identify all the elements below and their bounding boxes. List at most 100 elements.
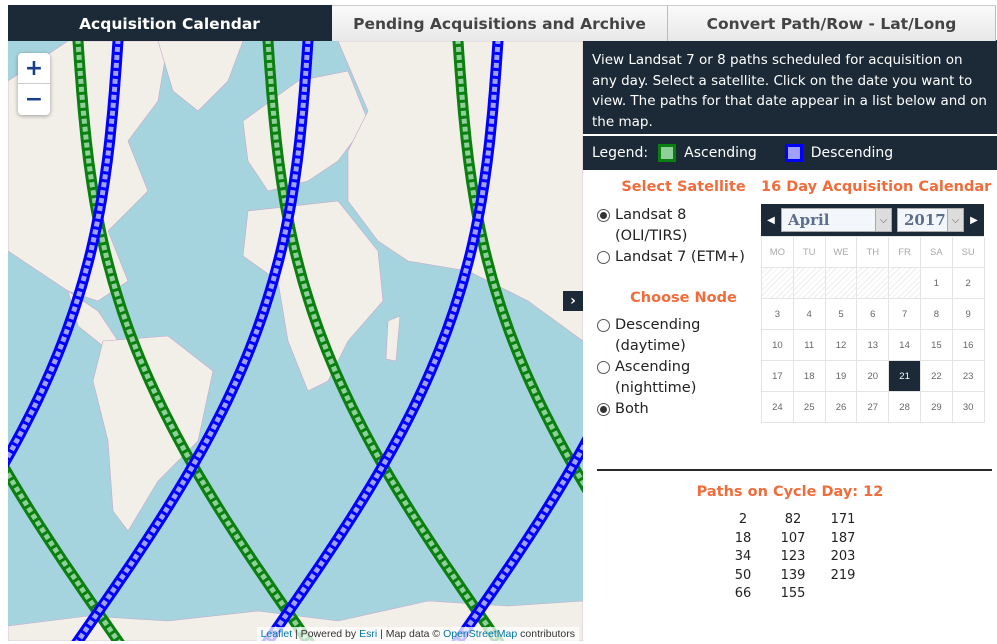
calendar-day[interactable]: 7 [889, 299, 921, 330]
attribution-text: | Powered by [292, 628, 360, 640]
path-number [818, 585, 868, 604]
weekday-header: TU [793, 237, 826, 268]
empty-day-cell [762, 268, 794, 299]
radio-icon[interactable] [597, 209, 610, 222]
legend-descending-label: Descending [810, 145, 894, 161]
path-number: 123 [780, 549, 806, 564]
calendar-day[interactable]: 1 [920, 268, 953, 299]
calendar-nav: ◀ April ⌵ 2017 ⌵ ▶ [761, 204, 984, 236]
radio-landsat-7[interactable]: Landsat 7 (ETM+) [597, 247, 762, 268]
esri-link[interactable]: Esri [359, 628, 377, 640]
calendar-day[interactable]: 12 [825, 330, 858, 361]
calendar-day[interactable]: 8 [920, 299, 953, 330]
path-number: 2 [738, 512, 748, 527]
month-select[interactable]: April ⌵ [781, 208, 892, 232]
radio-descending[interactable]: Descending (daytime) [597, 315, 762, 357]
chevron-down-icon[interactable]: ⌵ [875, 209, 891, 231]
calendar-day[interactable]: 5 [825, 299, 858, 330]
calendar-day[interactable]: 16 [952, 330, 985, 361]
calendar-day[interactable]: 27 [857, 392, 890, 423]
calendar-day[interactable]: 29 [920, 392, 953, 423]
path-number: 203 [830, 549, 856, 564]
path-number: 107 [780, 530, 806, 546]
calendar-day[interactable]: 24 [762, 392, 794, 423]
paths-list: 2 82 171 18 107 187 34 123 203 50 139 219 66 155 [718, 511, 868, 604]
path-number: 139 [780, 567, 806, 583]
tab-bar: Acquisition Calendar Pending Acquisition… [8, 5, 997, 41]
radio-icon[interactable] [597, 361, 610, 374]
calendar-day[interactable]: 14 [889, 330, 921, 361]
radio-both[interactable]: Both [597, 399, 762, 420]
chevron-right-icon[interactable]: › [563, 291, 583, 311]
side-panel: View Landsat 7 or 8 paths scheduled for … [583, 41, 997, 644]
empty-day-cell [825, 268, 858, 299]
radio-ascending[interactable]: Ascending (nighttime) [597, 357, 762, 399]
radio-icon[interactable] [597, 403, 610, 416]
path-number: 187 [830, 530, 856, 546]
leaflet-link[interactable]: Leaflet [261, 628, 293, 640]
weekday-header: FR [889, 237, 921, 268]
zoom-in-button[interactable]: + [18, 53, 50, 84]
calendar-day[interactable]: 13 [857, 330, 890, 361]
calendar-day[interactable]: 25 [793, 392, 826, 423]
chevron-down-icon[interactable]: ⌵ [947, 209, 963, 231]
calendar-day[interactable]: 26 [825, 392, 858, 423]
calendar-day[interactable]: 9 [952, 299, 985, 330]
intro-text: View Landsat 7 or 8 paths scheduled for … [583, 41, 997, 134]
radio-landsat-8[interactable]: Landsat 8 (OLI/TIRS) [597, 205, 762, 247]
calendar-day[interactable]: 10 [762, 330, 794, 361]
calendar-day[interactable]: 20 [857, 361, 890, 392]
empty-day-cell [793, 268, 826, 299]
ascending-swatch-icon [658, 144, 677, 162]
calendar-day[interactable]: 30 [952, 392, 985, 423]
option-label: Landsat 8 (OLI/TIRS) [615, 207, 688, 244]
osm-link[interactable]: OpenStreetMap [443, 628, 517, 640]
calendar-day[interactable]: 19 [825, 361, 858, 392]
year-select[interactable]: 2017 ⌵ [897, 208, 964, 232]
calendar-day[interactable]: 17 [762, 361, 794, 392]
path-number: 219 [830, 567, 856, 583]
calendar-day[interactable]: 18 [793, 361, 826, 392]
option-label: Descending (daytime) [615, 317, 701, 354]
app-frame: Acquisition Calendar Pending Acquisition… [0, 0, 997, 644]
map-view[interactable]: + − › Leaflet | Powered by Esri | Map da… [8, 41, 583, 641]
tab-pending-acquisitions[interactable]: Pending Acquisitions and Archive [332, 5, 668, 41]
calendar-day[interactable]: 2 [952, 268, 985, 299]
select-satellite-heading: Select Satellite [621, 179, 746, 195]
weekday-header: SU [952, 237, 985, 268]
path-number: 18 [734, 530, 752, 546]
calendar-day[interactable]: 28 [889, 392, 921, 423]
tab-acquisition-calendar[interactable]: Acquisition Calendar [8, 5, 332, 41]
calendar-day-selected[interactable]: 21 [889, 361, 921, 392]
prev-month-icon[interactable]: ◀ [765, 215, 777, 226]
radio-icon[interactable] [597, 251, 610, 264]
tab-convert-path-row[interactable]: Convert Path/Row - Lat/Long [668, 5, 996, 41]
calendar-day[interactable]: 15 [920, 330, 953, 361]
calendar-day[interactable]: 11 [793, 330, 826, 361]
empty-day-cell [857, 268, 890, 299]
divider [597, 469, 992, 471]
calendar-day[interactable]: 4 [793, 299, 826, 330]
attribution-text: | Map data © [377, 628, 444, 640]
next-month-icon[interactable]: ▶ [968, 215, 980, 226]
radio-icon[interactable] [597, 319, 610, 332]
path-number: 171 [830, 512, 856, 527]
calendar-day[interactable]: 23 [952, 361, 985, 392]
calendar-day[interactable]: 6 [857, 299, 890, 330]
path-number: 50 [734, 567, 752, 583]
attribution-text: contributors [517, 628, 575, 640]
calendar-day[interactable]: 22 [920, 361, 953, 392]
path-number: 34 [734, 549, 752, 564]
calendar-column: 16 Day Acquisition Calendar ◀ April ⌵ 201… [761, 179, 991, 423]
zoom-out-button[interactable]: − [18, 84, 50, 115]
legend: Legend: Ascending Descending [583, 136, 997, 170]
map-canvas[interactable] [8, 41, 583, 641]
selection-column: Select Satellite Landsat 8 (OLI/TIRS) La… [597, 179, 762, 420]
legend-ascending-label: Ascending [684, 145, 757, 161]
year-value: 2017 [904, 211, 946, 229]
descending-swatch-icon [784, 144, 803, 162]
zoom-control: + − [18, 53, 50, 115]
map-attribution: Leaflet | Powered by Esri | Map data © O… [256, 627, 579, 641]
calendar-day[interactable]: 3 [762, 299, 794, 330]
weekday-header: TH [857, 237, 890, 268]
